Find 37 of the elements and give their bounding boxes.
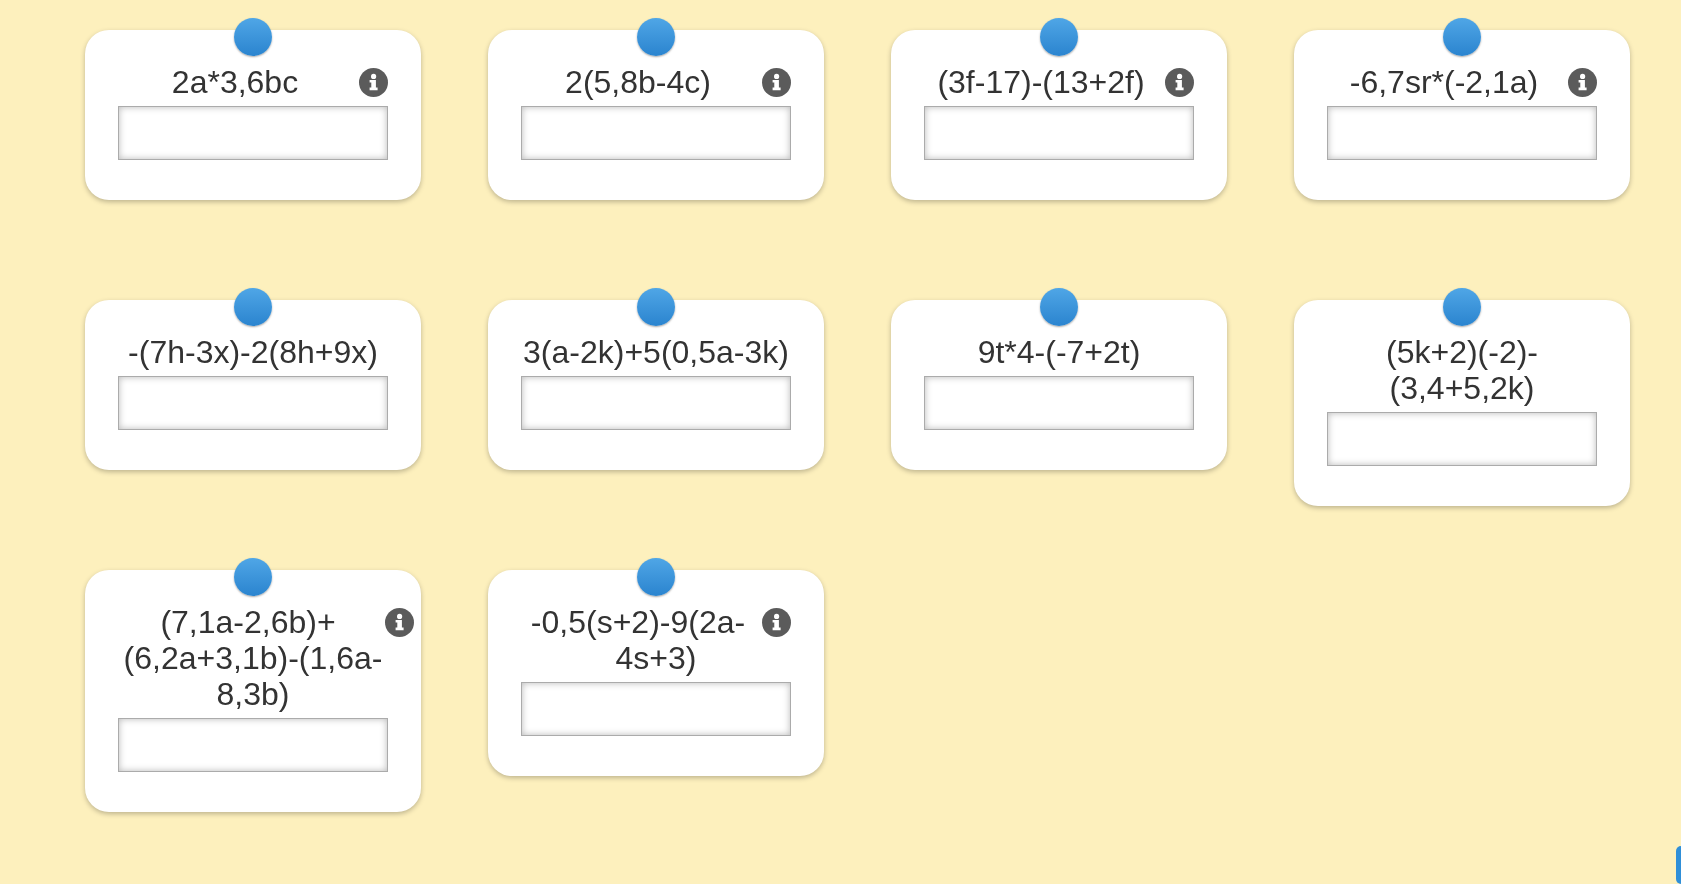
info-icon[interactable] — [359, 67, 388, 97]
pin-icon — [637, 288, 675, 326]
floating-button[interactable] — [1676, 846, 1681, 884]
answer-field[interactable] — [924, 106, 1194, 160]
expression-text: -0,5(s+2)-9(2a- 4s+3) — [530, 604, 746, 676]
answer-field[interactable] — [118, 718, 388, 772]
answer-field[interactable] — [521, 106, 791, 160]
pin-icon — [234, 558, 272, 596]
expression-text: -6,7sr*(-2,1a) — [1349, 64, 1539, 100]
expression-text: (7,1a-2,6b)+ (6,2a+3,1b)-(1,6a- 8,3b) — [123, 604, 383, 712]
info-icon[interactable] — [1568, 67, 1597, 97]
pin-icon — [234, 288, 272, 326]
pin-icon — [1443, 18, 1481, 56]
answer-field[interactable] — [118, 376, 388, 430]
answer-field[interactable] — [118, 106, 388, 160]
info-icon[interactable] — [762, 607, 791, 637]
expression-text: (5k+2)(-2)- (3,4+5,2k) — [1386, 334, 1538, 406]
answer-field[interactable] — [1327, 412, 1597, 466]
pin-icon — [637, 18, 675, 56]
answer-field[interactable] — [521, 682, 791, 736]
answer-field[interactable] — [924, 376, 1194, 430]
info-icon[interactable] — [385, 607, 414, 637]
pin-icon — [1040, 18, 1078, 56]
expression-text: 3(a-2k)+5(0,5a-3k) — [523, 334, 789, 370]
pin-icon — [637, 558, 675, 596]
pin-icon — [1443, 288, 1481, 326]
answer-field[interactable] — [521, 376, 791, 430]
expression-text: 2a*3,6bc — [171, 64, 299, 100]
pin-icon — [1040, 288, 1078, 326]
expression-text: 2(5,8b-4c) — [565, 64, 711, 100]
pin-icon — [234, 18, 272, 56]
expression-text: -(7h-3x)-2(8h+9x) — [128, 334, 378, 370]
expression-text: 9t*4-(-7+2t) — [977, 334, 1141, 370]
info-icon[interactable] — [762, 67, 791, 97]
expression-text: (3f-17)-(13+2f) — [937, 64, 1145, 100]
info-icon[interactable] — [1165, 67, 1194, 97]
answer-field[interactable] — [1327, 106, 1597, 160]
